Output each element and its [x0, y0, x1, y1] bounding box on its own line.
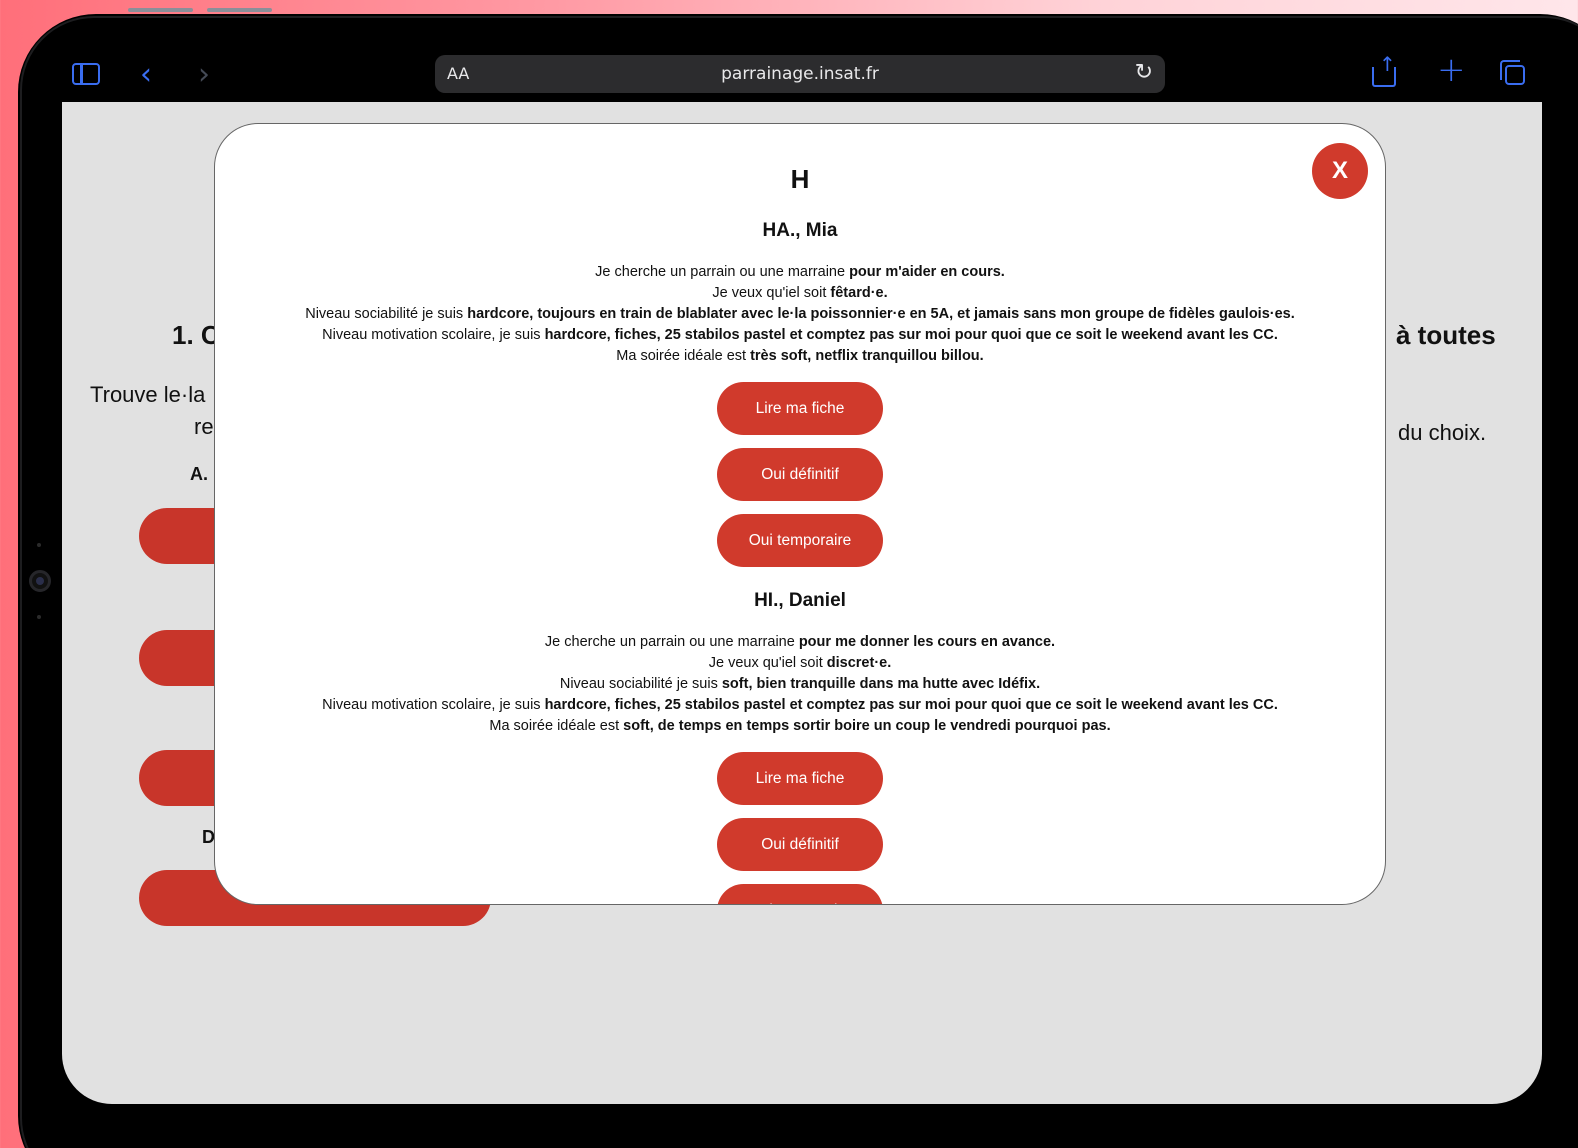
sensor-dot	[37, 543, 41, 547]
description-line: Ma soirée idéale est très soft, netflix …	[616, 348, 984, 364]
profile-card: HI., Daniel Je cherche un parrain ou une…	[215, 590, 1385, 904]
front-camera	[29, 570, 51, 592]
reload-icon[interactable]: ↻	[1135, 60, 1153, 85]
read-profile-button[interactable]: Lire ma fiche	[717, 752, 883, 805]
tabs-overview-icon[interactable]	[1500, 60, 1526, 86]
yes-temporary-button[interactable]: Oui temporaire	[717, 514, 883, 567]
url-text: parrainage.insat.fr	[721, 64, 879, 84]
sidebar-icon[interactable]	[72, 63, 100, 85]
close-button[interactable]: X	[1312, 143, 1368, 199]
description-line: Je veux qu'iel soit discret·e.	[708, 655, 892, 671]
profile-description: Je cherche un parrain ou une marraine po…	[215, 262, 1385, 367]
description-line: Ma soirée idéale est soft, de temps en t…	[489, 718, 1111, 734]
background-text-left: Trouve le·la	[90, 382, 206, 407]
description-line: Niveau sociabilité je suis soft, bien tr…	[559, 676, 1041, 692]
address-bar[interactable]: AA parrainage.insat.fr ↻	[435, 55, 1165, 93]
profile-card: HA., Mia Je cherche un parrain ou une ma…	[215, 220, 1385, 567]
description-line: Je cherche un parrain ou une marraine po…	[595, 264, 1005, 280]
background-text-left-2: re	[194, 414, 214, 439]
description-line: Niveau motivation scolaire, je suis hard…	[322, 327, 1278, 343]
description-line: Je veux qu'iel soit fêtard·e.	[712, 285, 888, 301]
description-line: Je cherche un parrain ou une marraine po…	[544, 634, 1056, 650]
profile-list-modal: H X HA., Mia Je cherche un parrain ou un…	[214, 123, 1386, 905]
description-line: Niveau motivation scolaire, je suis hard…	[322, 697, 1278, 713]
profile-name: HI., Daniel	[754, 590, 846, 611]
modal-title: H	[790, 164, 810, 194]
background-text-right: du choix.	[1398, 420, 1487, 445]
new-tab-icon[interactable]: +	[1437, 53, 1466, 87]
safari-toolbar: ‹ › AA parrainage.insat.fr ↻ ↑ +	[62, 50, 1542, 102]
background-heading-left: 1. C	[172, 320, 220, 350]
sensor-dot	[37, 615, 41, 619]
forward-icon[interactable]: ›	[198, 60, 210, 90]
profile-name: HA., Mia	[762, 220, 838, 241]
profile-description: Je cherche un parrain ou une marraine po…	[215, 632, 1385, 737]
yes-definitive-button[interactable]: Oui définitif	[717, 448, 883, 501]
yes-definitive-button[interactable]: Oui définitif	[717, 818, 883, 871]
status-bar-indicator	[128, 8, 272, 12]
back-icon[interactable]: ‹	[140, 60, 152, 90]
read-profile-button[interactable]: Lire ma fiche	[717, 382, 883, 435]
description-line: Niveau sociabilité je suis hardcore, tou…	[305, 306, 1295, 322]
background-section-a: A.	[190, 464, 208, 484]
background-heading-right: à toutes	[1396, 320, 1496, 350]
yes-temporary-button[interactable]: Oui temporaire	[717, 884, 883, 904]
